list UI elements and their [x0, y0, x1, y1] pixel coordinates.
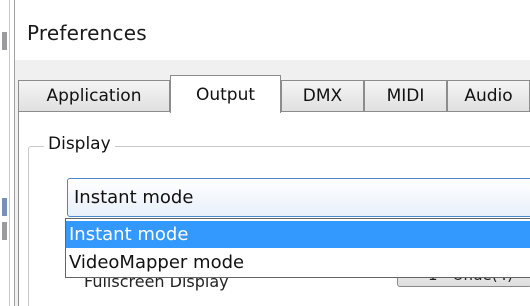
window-title: Preferences — [27, 21, 147, 45]
background-window-edge — [0, 0, 14, 306]
background-marker — [2, 32, 7, 50]
background-marker — [2, 222, 7, 240]
display-mode-combobox[interactable]: Instant mode — [67, 178, 530, 217]
option-videomapper-mode[interactable]: VideoMapper mode — [66, 249, 530, 276]
tab-midi[interactable]: MIDI — [364, 80, 447, 111]
tab-application[interactable]: Application — [18, 80, 170, 111]
option-instant-mode[interactable]: Instant mode — [66, 221, 530, 248]
background-marker — [2, 198, 7, 216]
display-group-label: Display — [44, 134, 115, 154]
display-mode-dropdown-list: Instant mode VideoMapper mode — [65, 218, 530, 278]
tab-dmx[interactable]: DMX — [281, 80, 364, 111]
background-window-border — [9, 0, 10, 306]
tab-audio[interactable]: Audio — [447, 80, 530, 111]
tab-output[interactable]: Output — [170, 75, 281, 113]
